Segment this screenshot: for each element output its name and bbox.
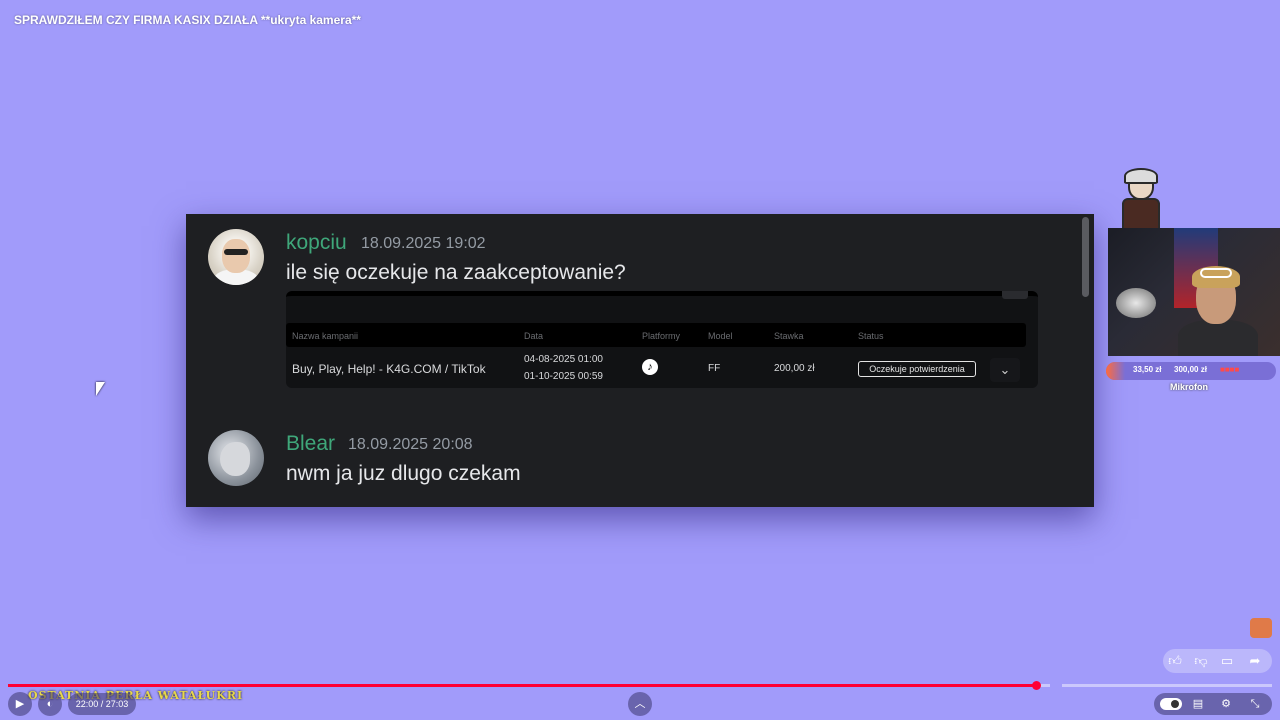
like-icon[interactable]: 👍︎ xyxy=(1165,652,1185,670)
progress-scrubber[interactable] xyxy=(1031,681,1041,690)
share-icon[interactable]: ➦ xyxy=(1245,652,1265,670)
progress-fill xyxy=(8,684,1036,687)
campaign-date-end: 01-10-2025 00:59 xyxy=(524,371,603,382)
column-header: Nazwa kampanii xyxy=(292,331,359,341)
message-text: ile się oczekuje na zaakceptowanie? xyxy=(286,261,626,284)
message-username: Blear xyxy=(286,432,336,455)
message-text: nwm ja juz dlugo czekam xyxy=(286,462,521,485)
message-timestamp: 18.09.2025 20:08 xyxy=(348,436,473,453)
progress-bar[interactable] xyxy=(8,681,1272,690)
subtitles-icon[interactable]: ▤ xyxy=(1189,695,1207,713)
donation-goal: 300,00 zł xyxy=(1174,365,1207,374)
chevron-down-icon: ⌄ xyxy=(990,358,1020,382)
mic-label: Mikrofon xyxy=(1170,382,1208,392)
exit-fullscreen-icon[interactable]: ⤡ xyxy=(1246,695,1264,713)
campaign-model: FF xyxy=(708,363,721,374)
chat-scrollbar xyxy=(1080,214,1089,507)
donation-current: 33,50 zł xyxy=(1133,365,1162,374)
settings-icon[interactable]: ⚙ xyxy=(1217,695,1235,713)
column-header: Status xyxy=(858,331,884,341)
player-right-controls: ▤ ⚙ ⤡ xyxy=(1154,693,1272,715)
tiktok-icon: ♪ xyxy=(642,359,658,375)
video-title: SPRAWDZIŁEM CZY FIRMA KASIX DZIAŁA **ukr… xyxy=(14,13,361,27)
corner-sticker-icon xyxy=(1250,618,1272,638)
autoplay-toggle[interactable] xyxy=(1160,698,1182,710)
column-header: Stawka xyxy=(774,331,804,341)
campaign-date-start: 04-08-2025 01:00 xyxy=(524,354,603,365)
video-actions: 👍︎ 👎︎ ▭ ➦ xyxy=(1163,649,1272,673)
chat-scrollbar-thumb xyxy=(1082,217,1089,297)
campaign-table-header: Nazwa kampanii Data Platformy Model Staw… xyxy=(286,323,1026,347)
volume-icon[interactable]: ◐ xyxy=(38,692,62,716)
play-icon[interactable]: ▶ xyxy=(8,692,32,716)
message-username: kopciu xyxy=(286,231,347,254)
campaign-name: Buy, Play, Help! - K4G.COM / TikTok xyxy=(292,362,486,376)
column-header: Data xyxy=(524,331,544,341)
column-header: Platformy xyxy=(642,331,681,341)
message-timestamp: 18.09.2025 19:02 xyxy=(361,235,486,252)
column-header: Model xyxy=(708,331,733,341)
campaign-rate: 200,00 zł xyxy=(774,363,815,374)
dislike-icon[interactable]: 👎︎ xyxy=(1191,652,1211,670)
comments-icon[interactable]: ▭ xyxy=(1217,652,1237,670)
mouse-cursor-icon xyxy=(96,382,105,396)
avatar xyxy=(208,430,264,486)
discord-chat-screenshot: kopciu 18.09.2025 19:02 ile się oczekuje… xyxy=(186,214,1094,507)
avatar xyxy=(208,229,264,285)
chevron-up-icon[interactable]: ︿ xyxy=(628,692,652,716)
donation-goal-fill xyxy=(1106,362,1125,380)
donation-goal-bar: 33,50 zł 300,00 zł ■■■■ xyxy=(1106,362,1276,380)
donation-tag: ■■■■ xyxy=(1220,365,1240,374)
time-display: 22:00 / 27:03 xyxy=(68,693,136,715)
streamer-webcam xyxy=(1108,228,1280,356)
campaign-table-embed: Nazwa kampanii Data Platformy Model Staw… xyxy=(286,291,1038,388)
status-badge: Oczekuje potwierdzenia xyxy=(858,361,976,377)
